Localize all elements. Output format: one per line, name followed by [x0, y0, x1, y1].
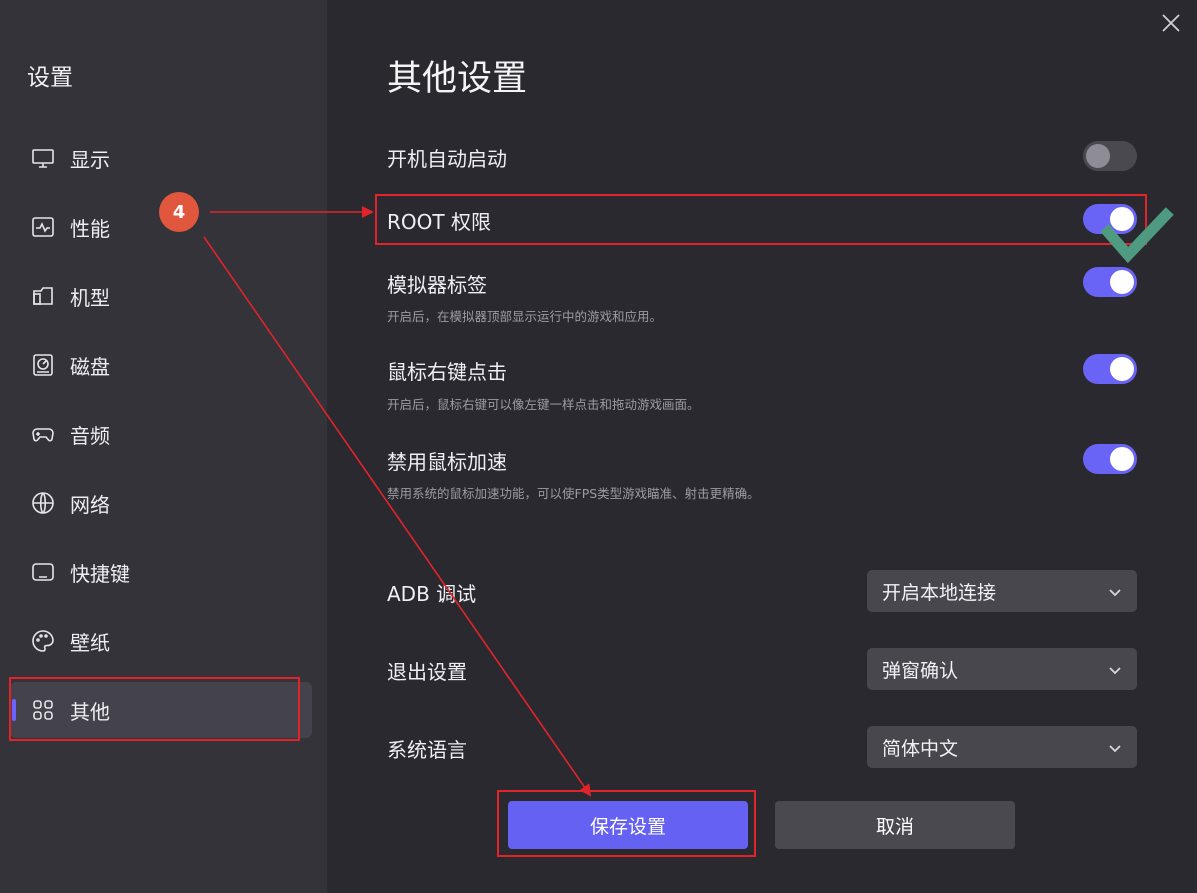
setting-label-mouse-accel: 禁用鼠标加速: [387, 450, 507, 474]
toggle-knob: [1110, 270, 1134, 294]
close-button[interactable]: [1160, 12, 1182, 34]
sidebar-item-display[interactable]: 显示: [10, 130, 312, 186]
page-title: 其他设置: [387, 59, 528, 99]
close-icon: [1162, 14, 1180, 32]
device-model-icon: [30, 283, 56, 309]
adb-select[interactable]: 开启本地连接: [867, 570, 1137, 612]
cancel-button[interactable]: 取消: [775, 801, 1015, 849]
sidebar-item-label: 壁纸: [70, 630, 110, 655]
exit-select[interactable]: 弹窗确认: [867, 648, 1137, 690]
save-highlight-box: [497, 790, 756, 857]
step-badge: 4: [159, 192, 199, 232]
sidebar-item-label: 音频: [70, 423, 110, 448]
sidebar-item-label: 磁盘: [70, 354, 110, 379]
setting-label-right-click: 鼠标右键点击: [387, 360, 507, 384]
root-highlight-box: [375, 194, 1147, 245]
sidebar-item-label: 机型: [70, 285, 110, 310]
setting-desc-right-click: 开启后，鼠标右键可以像左键一样点击和拖动游戏画面。: [387, 397, 700, 412]
mouse-accel-toggle[interactable]: [1083, 444, 1137, 474]
sidebar-item-label: 网络: [70, 492, 110, 517]
select-value: 开启本地连接: [882, 581, 997, 604]
sidebar-title: 设置: [27, 65, 73, 91]
sidebar-item-shortcuts[interactable]: 快捷键: [10, 544, 312, 600]
setting-label-exit: 退出设置: [387, 660, 467, 684]
select-value: 简体中文: [882, 737, 959, 760]
sidebar-item-audio[interactable]: 音频: [10, 406, 312, 462]
chevron-down-icon: [1107, 739, 1123, 755]
sidebar-item-disk[interactable]: 磁盘: [10, 337, 312, 393]
setting-desc-emulator-tab: 开启后，在模拟器顶部显示运行中的游戏和应用。: [387, 309, 663, 324]
setting-label-autostart: 开机自动启动: [387, 147, 507, 171]
disk-icon: [30, 352, 56, 378]
sidebar-item-label: 显示: [70, 147, 110, 172]
sidebar: 设置 显示 性能 机型 磁盘 音频 网络 快捷键 壁纸 其他: [0, 0, 327, 893]
chevron-down-icon: [1107, 661, 1123, 677]
performance-icon: [30, 214, 56, 240]
setting-label-language: 系统语言: [387, 738, 467, 762]
sidebar-item-label: 快捷键: [70, 561, 130, 586]
chevron-down-icon: [1107, 583, 1123, 599]
globe-icon: [30, 490, 56, 516]
right-click-toggle[interactable]: [1083, 354, 1137, 384]
sidebar-item-model[interactable]: 机型: [10, 268, 312, 324]
gamepad-icon: [30, 421, 56, 447]
language-select[interactable]: 简体中文: [867, 726, 1137, 768]
toggle-knob: [1110, 357, 1134, 381]
sidebar-item-wallpaper[interactable]: 壁纸: [10, 613, 312, 669]
monitor-icon: [30, 145, 56, 171]
setting-label-adb: ADB 调试: [387, 582, 477, 606]
emulator-tab-toggle[interactable]: [1083, 267, 1137, 297]
setting-label-emulator-tab: 模拟器标签: [387, 273, 487, 297]
sidebar-item-label: 性能: [70, 216, 110, 241]
other-highlight-box: [9, 677, 300, 741]
keyboard-icon: [30, 559, 56, 585]
sidebar-item-network[interactable]: 网络: [10, 475, 312, 531]
select-value: 弹窗确认: [882, 659, 959, 682]
toggle-knob: [1110, 447, 1134, 471]
toggle-knob: [1086, 144, 1110, 168]
autostart-toggle[interactable]: [1083, 141, 1137, 171]
palette-icon: [30, 628, 56, 654]
setting-desc-mouse-accel: 禁用系统的鼠标加速功能，可以使FPS类型游戏瞄准、射击更精确。: [387, 486, 760, 501]
